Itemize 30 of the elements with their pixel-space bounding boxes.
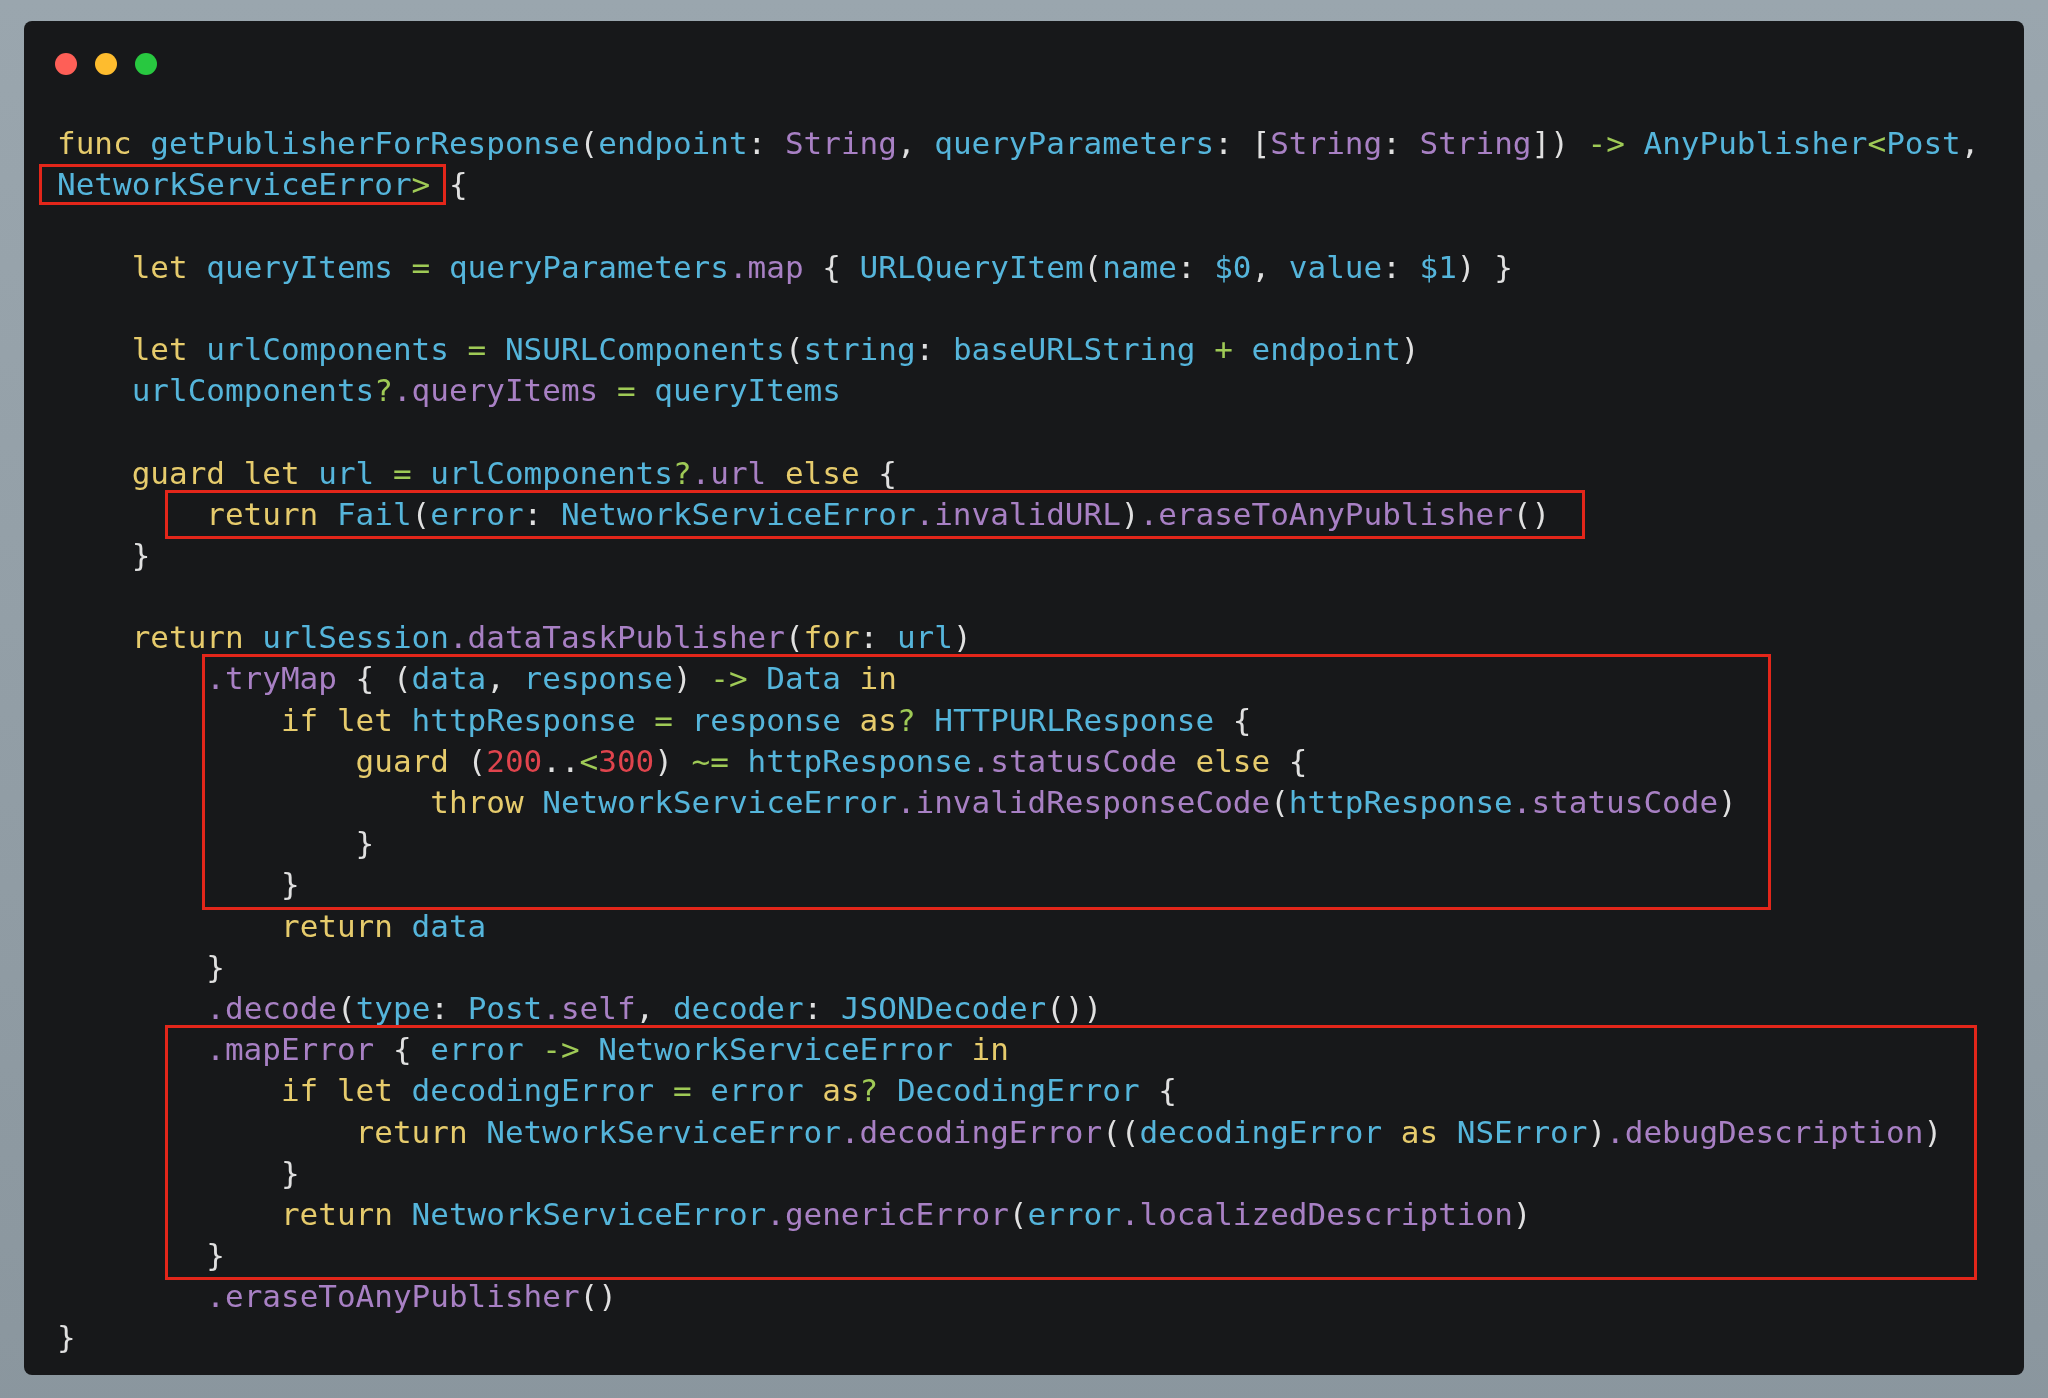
code-line: } [57,1318,76,1358]
code-line: let urlComponents = NSURLComponents(string: baseURLString + endpoint) [130,329,1420,369]
code-line: .decode(type: Post.self, decoder: JSONDecoder()) [205,988,1103,1028]
code-line: guard let url = urlComponents?.url else { [130,453,897,493]
code-line: } [130,535,151,575]
code-line: } [205,1236,225,1276]
code-line: if let httpResponse = response as? HTTPURLResponse { [279,700,1252,740]
code-line: return data [279,906,487,946]
code-line: let queryItems = queryParameters.map { URLQueryItem(name: $0, value: $1) } [130,247,1513,287]
minimize-button[interactable] [95,53,117,75]
code-line: .tryMap { (data, response) -> Data in [206,659,897,699]
code-line: .mapError { error -> NetworkServiceError in [205,1030,1009,1070]
highlighted-code: NetworkServiceError> [39,164,447,206]
code-line: func getPublisherForResponse(endpoint: String, queryParameters: [String: String]) -> AnyPublisher<Post, [57,124,1980,163]
code-line: } [205,947,225,987]
code-line: urlComponents?.queryItems = queryItems [130,371,841,411]
code-line: if let decodingError = error as? DecodingError { [279,1071,1177,1111]
code-line: return NetworkServiceError.genericError(error.localizedDescription) [279,1194,1532,1234]
code-line: throw NetworkServiceError.invalidResponseCode(httpResponse.statusCode) [429,783,1737,822]
code-line: } [354,824,375,864]
code-line: return NetworkServiceError.decodingError((decodingError as NSError).debugDescription) [354,1112,1943,1152]
close-button[interactable] [55,53,77,75]
zoom-button[interactable] [135,53,157,75]
code-line: return Fail(error: NetworkServiceError.invalidURL).eraseToAnyPublisher() [205,494,1551,534]
code-line: .eraseToAnyPublisher() [205,1277,617,1317]
code-line: } [279,1153,300,1193]
code-line: guard (200..<300) ~= httpResponse.statusCode else { [354,741,1308,781]
code-text: { [447,166,468,203]
code-line: } [279,865,300,905]
code-line: return urlSession.dataTaskPublisher(for: url) [130,618,972,658]
